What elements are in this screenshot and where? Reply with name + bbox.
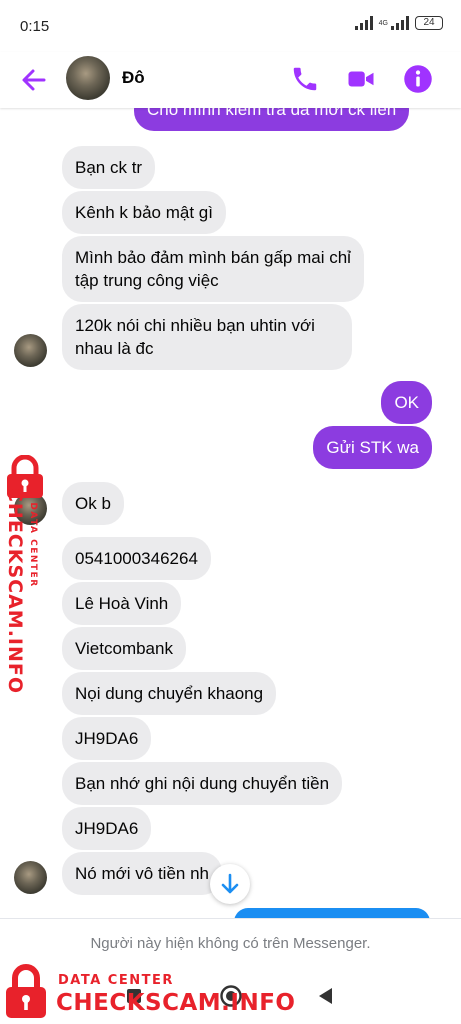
status-time: 0:15 [20, 18, 50, 35]
message-bubble-out[interactable]: OK [381, 381, 432, 424]
video-camera-icon [348, 71, 374, 87]
network-type: 4G [378, 19, 388, 27]
lock-icon [6, 964, 46, 1018]
message-bubble-in[interactable]: JH9DA6 [62, 717, 152, 760]
sender-avatar [14, 861, 47, 894]
signal-icon [354, 16, 373, 30]
call-button[interactable] [290, 64, 320, 94]
unavailable-notice: Người này hiện không có trên Messenger. [0, 918, 461, 968]
watermark-small-text: DATA CENTER [58, 973, 174, 988]
scroll-to-bottom-button[interactable] [210, 864, 250, 904]
message-bubble-out[interactable]: Cho mình kiểm tra đã mới ck liền [134, 108, 410, 131]
contact-name[interactable]: Đô [122, 68, 145, 88]
watermark-big-text: CHECKSCAM.INFO [4, 487, 26, 694]
watermark-big-text: CHECKSCAM.INFO [56, 990, 296, 1016]
message-bubble-in[interactable]: JH9DA6 [62, 807, 152, 850]
watermark-small-text: DATA CENTER [28, 502, 38, 588]
message-bubble-in[interactable]: Nó mới vô tiền nh [62, 852, 222, 895]
watermark-bottom: DATA CENTER CHECKSCAM.INFO [0, 962, 300, 1024]
message-bubble-in[interactable]: Bạn ck tr [62, 146, 156, 189]
watermark-vertical: CHECKSCAM.INFO DATA CENTER [0, 455, 50, 694]
status-bar: 0:15 4G 24 [0, 0, 461, 52]
message-bubble-in[interactable]: Ok b [62, 482, 124, 525]
message-bubble-in[interactable]: 0541000346264 [62, 537, 211, 580]
back-nav-button[interactable] [316, 986, 334, 1011]
message-bubble-in[interactable]: Nọi dung chuyển khaong [62, 672, 277, 715]
back-triangle-icon [319, 988, 332, 1004]
contact-avatar[interactable] [66, 56, 110, 100]
message-bubble-in[interactable]: 120k nói chi nhiều bạn uhtin với nhau là… [62, 304, 352, 370]
info-icon [404, 65, 432, 93]
chat-header: Đô [0, 52, 461, 108]
back-arrow-icon [22, 69, 46, 91]
phone-icon [293, 67, 317, 91]
video-call-button[interactable] [346, 64, 376, 94]
message-thread[interactable]: Cho mình kiểm tra đã mới ck liền Bạn ck … [0, 108, 461, 918]
message-bubble-in[interactable]: Kênh k bảo mật gì [62, 191, 226, 234]
back-button[interactable] [18, 64, 50, 96]
message-bubble-in[interactable]: Lê Hoà Vinh [62, 582, 182, 625]
status-icons: 4G 24 [354, 16, 443, 30]
signal-icon-2 [391, 16, 409, 30]
arrow-down-icon [221, 873, 239, 894]
sender-avatar [14, 334, 47, 367]
message-bubble-in[interactable]: Mình bảo đảm mình bán gấp mai chỉ tập tr… [62, 236, 364, 302]
info-button[interactable] [403, 64, 433, 94]
message-bubble-in[interactable]: Bạn nhớ ghi nội dung chuyển tiền [62, 762, 343, 805]
message-bubble-out[interactable]: Gửi STK wa [313, 426, 432, 469]
battery-icon: 24 [415, 16, 443, 30]
message-bubble-in[interactable]: Vietcombank [62, 627, 186, 670]
